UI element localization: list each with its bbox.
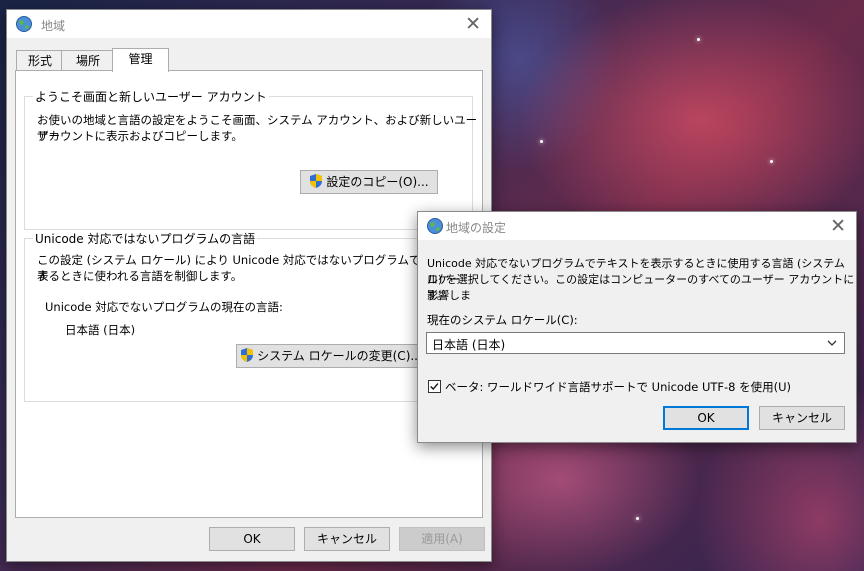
region-settings-dialog: 地域の設定 ✕ Unicode 対応でないプログラムでテキストを表示するときに使… — [417, 211, 857, 443]
change-system-locale-label: システム ロケールの変更(C)... — [257, 349, 422, 363]
cancel-button[interactable]: キャンセル — [304, 527, 390, 551]
background-star — [636, 517, 639, 520]
dialog-cancel-button[interactable]: キャンセル — [759, 406, 845, 430]
globe-icon — [16, 16, 32, 32]
background-star — [697, 38, 700, 41]
welcome-desc-line2: アカウントに表示およびコピーします。 — [37, 129, 243, 143]
dialog-title: 地域の設定 — [446, 221, 507, 235]
utf8-beta-checkbox[interactable] — [428, 380, 441, 393]
current-language-value: 日本語 (日本) — [65, 323, 136, 337]
apply-button[interactable]: 適用(A) — [399, 527, 485, 551]
close-icon[interactable]: ✕ — [465, 13, 481, 35]
close-icon[interactable]: ✕ — [830, 215, 846, 237]
copy-settings-label: 設定のコピー(O)... — [326, 175, 429, 189]
non-unicode-group-title: Unicode 対応ではないプログラムの言語 — [33, 230, 258, 247]
background-star — [770, 160, 773, 163]
background-star — [540, 140, 543, 143]
tab-administrative[interactable]: 管理 — [112, 48, 169, 72]
tab-location[interactable]: 場所 — [61, 50, 115, 71]
tab-format[interactable]: 形式 — [16, 50, 64, 71]
copy-settings-button[interactable]: 設定のコピー(O)... — [300, 170, 438, 194]
ok-button[interactable]: OK — [209, 527, 295, 551]
system-locale-dropdown[interactable]: 日本語 (日本) — [426, 332, 845, 354]
system-locale-value: 日本語 (日本) — [432, 338, 506, 352]
checkmark-icon — [430, 383, 439, 391]
chevron-down-icon — [827, 340, 837, 346]
dialog-title-bar[interactable]: 地域の設定 ✕ — [418, 212, 856, 240]
shield-icon — [310, 174, 323, 188]
welcome-screen-group-title: ようこそ画面と新しいユーザー アカウント — [33, 88, 269, 105]
title-bar[interactable]: 地域 ✕ — [7, 10, 491, 38]
dialog-ok-button[interactable]: OK — [663, 406, 749, 430]
system-locale-label: 現在のシステム ロケール(C): — [427, 313, 578, 327]
current-language-label: Unicode 対応でないプログラムの現在の言語: — [45, 300, 283, 314]
non-unicode-desc-line2: するときに使われる言語を制御します。 — [37, 269, 243, 283]
admin-tab-panel: ようこそ画面と新しいユーザー アカウント お使いの地域と言語の設定をようこそ画面… — [15, 70, 483, 518]
change-system-locale-button[interactable]: システム ロケールの変更(C)... — [236, 344, 426, 368]
shield-icon — [241, 348, 254, 362]
window-title: 地域 — [41, 19, 66, 33]
dialog-desc-line2: ル) を選択してください。この設定はコンピューターのすべてのユーザー アカウント… — [427, 273, 855, 302]
utf8-beta-label[interactable]: ベータ: ワールドワイド言語サポートで Unicode UTF-8 を使用(U) — [445, 379, 791, 395]
dialog-desc-line3: す。 — [427, 289, 448, 302]
globe-icon — [427, 218, 443, 234]
